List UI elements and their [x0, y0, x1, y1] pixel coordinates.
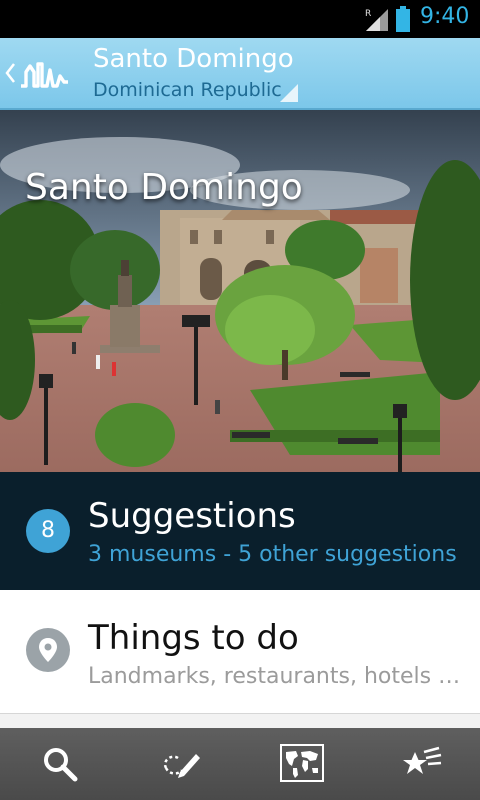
- things-to-do-row[interactable]: Things to do Landmarks, restaurants, hot…: [0, 590, 480, 714]
- world-map-icon: [280, 744, 324, 782]
- list-next-row-peek: [0, 714, 480, 728]
- signal-roaming-icon: R: [365, 9, 388, 31]
- favorites-stars-icon: [403, 746, 442, 774]
- things-to-do-subtitle: Landmarks, restaurants, hotels …: [88, 664, 461, 689]
- city-hero-image[interactable]: Santo Domingo: [0, 110, 480, 472]
- plaza-photo-illustration: [0, 110, 480, 472]
- search-icon: [44, 748, 78, 782]
- search-button[interactable]: [0, 728, 120, 800]
- suggestions-count-badge: 8: [26, 509, 70, 553]
- header-title[interactable]: Santo Domingo: [93, 44, 294, 74]
- suggestions-title: Suggestions: [88, 496, 296, 536]
- dropdown-triangle-icon[interactable]: [280, 84, 298, 102]
- city-skyline-logo-icon[interactable]: [20, 56, 70, 90]
- hero-title: Santo Domingo: [25, 167, 303, 208]
- suggestions-subtitle: 3 museums - 5 other suggestions: [88, 542, 457, 567]
- favorites-button[interactable]: [360, 728, 480, 800]
- action-bar: Santo Domingo Dominican Republic: [0, 38, 480, 110]
- map-button[interactable]: [240, 728, 360, 800]
- edit-pen-icon: [163, 754, 200, 778]
- notes-button[interactable]: [120, 728, 240, 800]
- header-subtitle[interactable]: Dominican Republic: [93, 79, 282, 101]
- status-clock: 9:40: [420, 4, 470, 29]
- status-bar: R 9:40: [0, 0, 480, 38]
- battery-icon: [396, 6, 410, 32]
- suggestions-row[interactable]: 8 Suggestions 3 museums - 5 other sugges…: [0, 472, 480, 590]
- svg-text:R: R: [365, 9, 371, 19]
- map-pin-icon: [26, 628, 70, 672]
- chevron-left-icon[interactable]: [4, 62, 16, 84]
- things-to-do-title: Things to do: [88, 618, 299, 658]
- bottom-navigation-bar: [0, 728, 480, 800]
